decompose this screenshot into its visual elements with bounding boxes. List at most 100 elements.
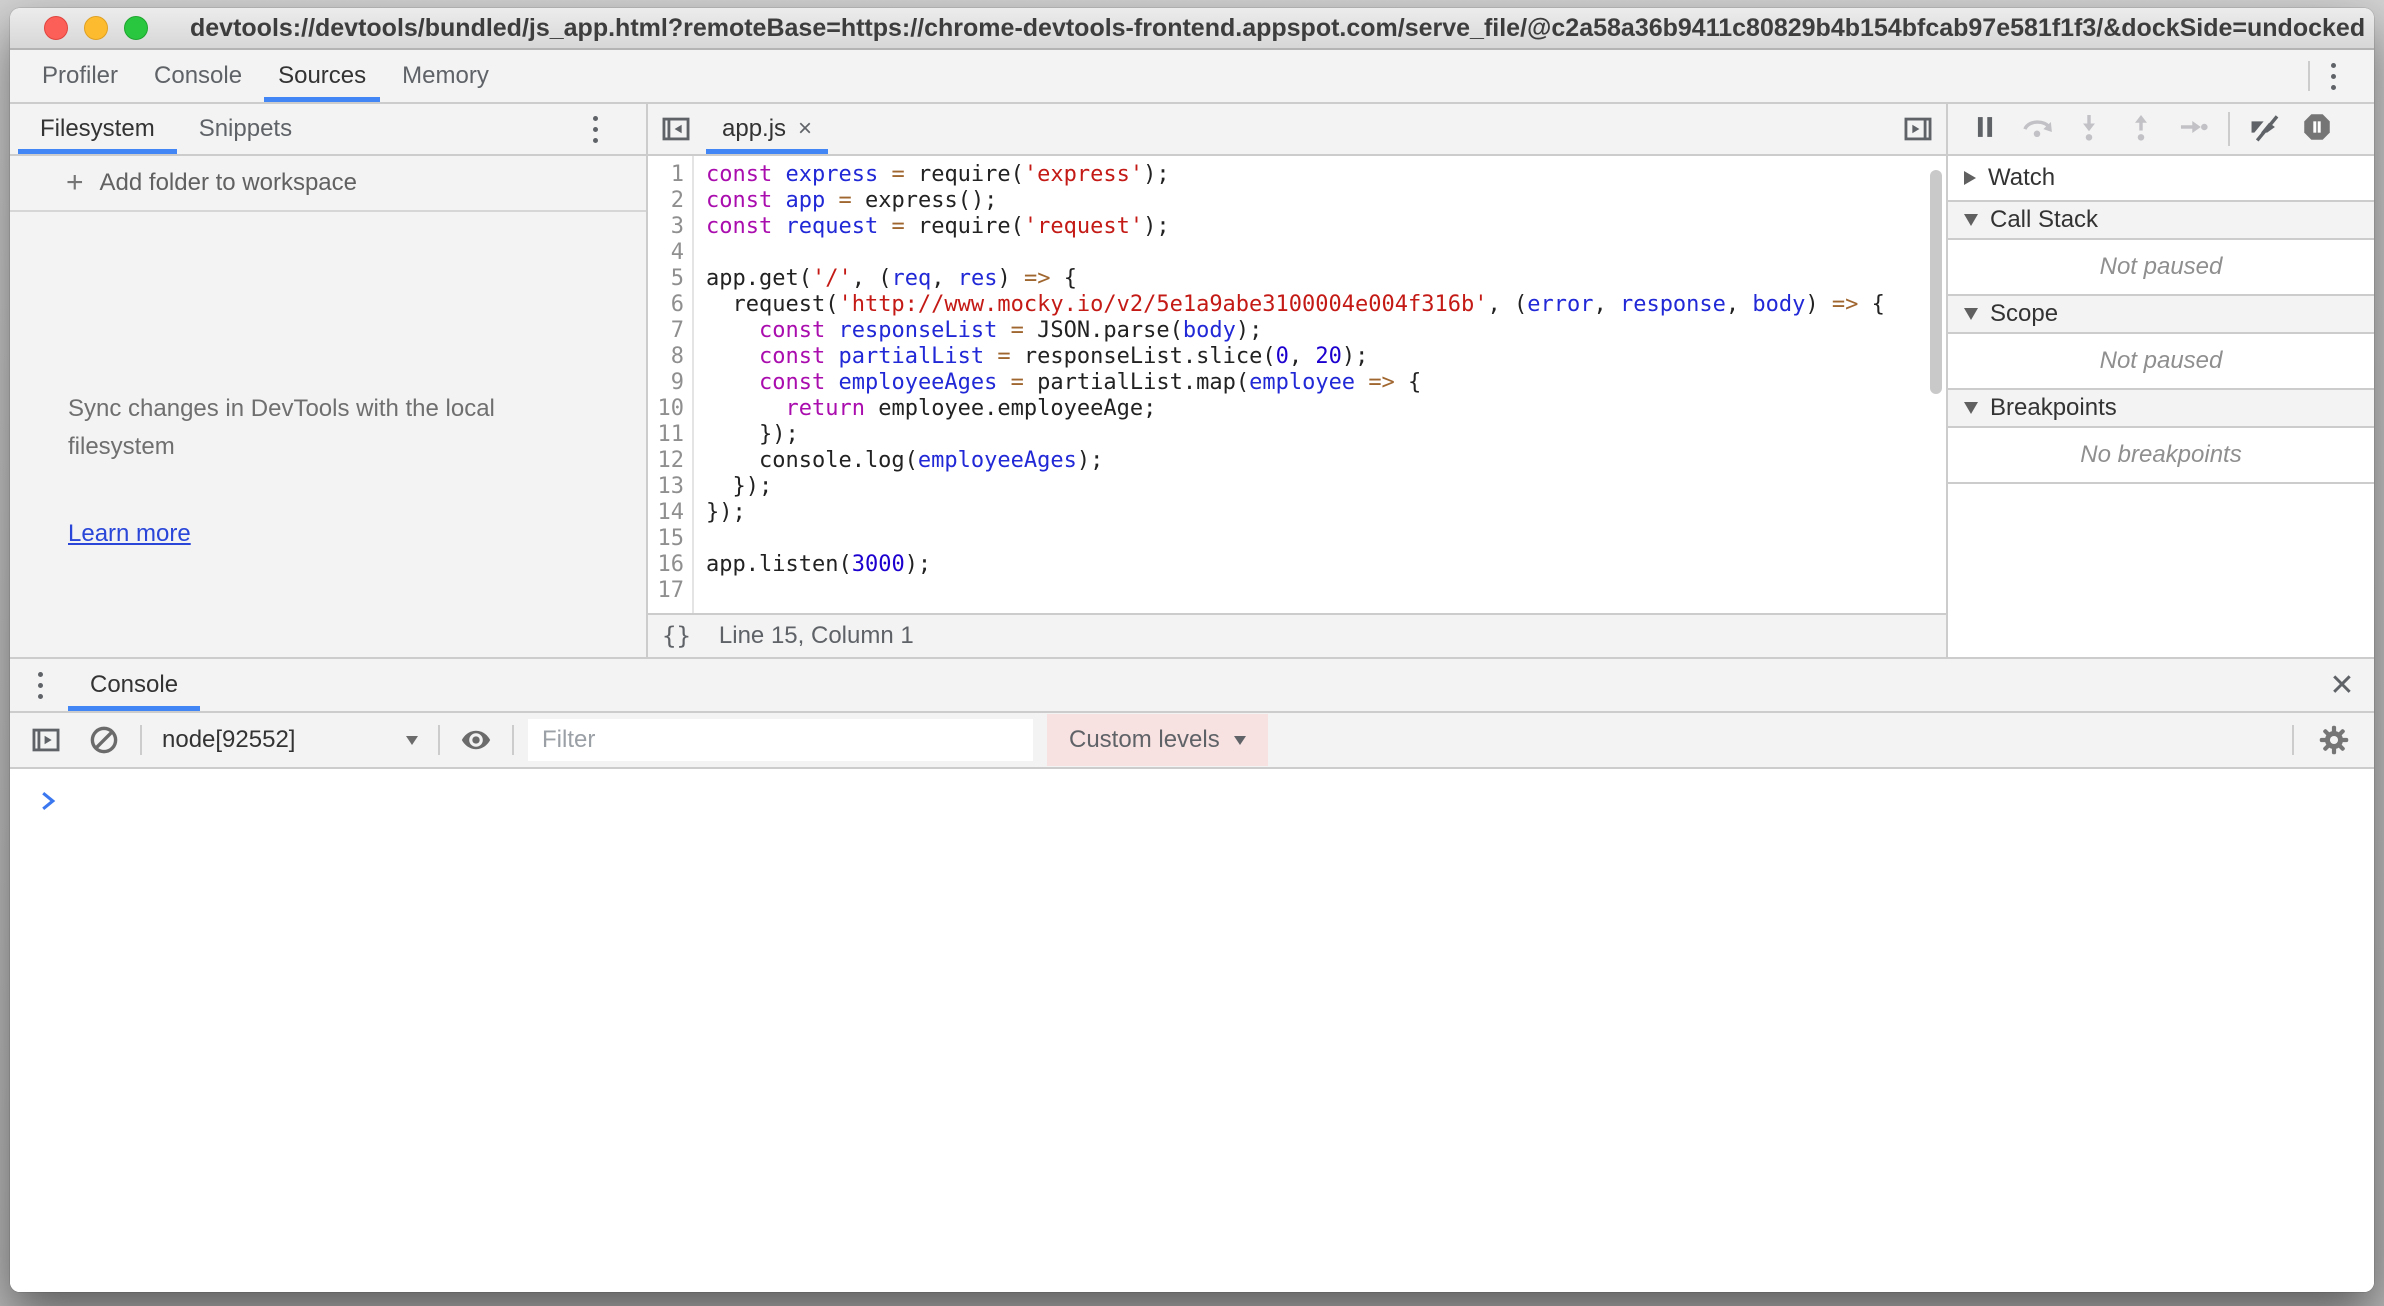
clear-console-icon[interactable]	[82, 723, 126, 757]
code-token: request	[785, 214, 878, 239]
code-token: 3000	[852, 552, 905, 577]
pretty-print-icon[interactable]: {}	[662, 622, 691, 650]
line-number: 9	[648, 370, 692, 396]
learn-more-link[interactable]: Learn more	[68, 520, 191, 548]
console-prompt[interactable]	[10, 769, 2374, 818]
section-header-call-stack[interactable]: Call Stack	[1948, 202, 2374, 240]
close-tab-icon[interactable]: ×	[798, 115, 812, 143]
code-line[interactable]: const responseList = JSON.parse(body);	[706, 318, 1946, 344]
show-console-sidebar-icon[interactable]	[24, 723, 68, 757]
sidebar-tab-filesystem[interactable]: Filesystem	[18, 104, 177, 154]
toggle-navigator-icon[interactable]	[648, 104, 704, 154]
code-line[interactable]	[706, 240, 1946, 266]
section-header-breakpoints[interactable]: Breakpoints	[1948, 390, 2374, 428]
console-menu-kebab-icon[interactable]	[30, 659, 50, 711]
code-token: request(	[706, 292, 838, 317]
section-header-scope[interactable]: Scope	[1948, 296, 2374, 334]
code-line[interactable]: app.listen(3000);	[706, 552, 1946, 578]
tab-memory[interactable]: Memory	[384, 50, 507, 102]
step-icon[interactable]	[2176, 110, 2210, 149]
console-settings-gear-icon[interactable]	[2308, 722, 2360, 758]
close-window-button[interactable]	[44, 16, 68, 40]
sidebar-tab-snippets[interactable]: Snippets	[177, 104, 314, 154]
code-token: });	[706, 422, 799, 447]
code-token: ,	[1593, 292, 1620, 317]
code-token: =	[997, 344, 1010, 369]
code-content[interactable]: const express = require('express');const…	[694, 156, 1946, 613]
deactivate-breakpoints-icon[interactable]	[2248, 110, 2282, 149]
code-line[interactable]	[706, 578, 1946, 604]
code-line[interactable]: });	[706, 500, 1946, 526]
chevron-down-icon	[1234, 736, 1246, 745]
add-folder-button[interactable]: + Add folder to workspace	[10, 156, 646, 212]
code-token	[772, 162, 785, 187]
code-line[interactable]: return employee.employeeAge;	[706, 396, 1946, 422]
tab-profiler[interactable]: Profiler	[24, 50, 136, 102]
code-line[interactable]: const request = require('request');	[706, 214, 1946, 240]
devtools-menu-kebab-icon[interactable]	[2310, 50, 2356, 102]
zoom-window-button[interactable]	[124, 16, 148, 40]
main-tab-spacer	[507, 50, 2308, 102]
code-line[interactable]: request('http://www.mocky.io/v2/5e1a9abe…	[706, 292, 1946, 318]
code-token: });	[706, 474, 772, 499]
tab-sources[interactable]: Sources	[260, 50, 384, 102]
code-line[interactable]: const express = require('express');	[706, 162, 1946, 188]
pause-on-exceptions-icon[interactable]	[2300, 110, 2334, 149]
code-line[interactable]: app.get('/', (req, res) => {	[706, 266, 1946, 292]
line-number: 2	[648, 188, 692, 214]
context-label: node[92552]	[162, 726, 295, 754]
plus-icon: +	[66, 166, 84, 200]
code-token: )	[997, 266, 1024, 291]
code-token: app.listen(	[706, 552, 852, 577]
code-token: );	[1077, 448, 1104, 473]
editor-scrollbar[interactable]	[1930, 170, 1942, 394]
code-line[interactable]: });	[706, 422, 1946, 448]
editor-pane: app.js × 1234567891011121314151617 const…	[648, 104, 1946, 657]
code-line[interactable]: const employeeAges = partialList.map(emp…	[706, 370, 1946, 396]
pause-icon[interactable]	[1968, 110, 2002, 149]
code-line[interactable]: const app = express();	[706, 188, 1946, 214]
tab-console[interactable]: Console	[68, 659, 200, 711]
live-expression-eye-icon[interactable]	[454, 723, 498, 757]
code-line[interactable]	[706, 526, 1946, 552]
code-token	[772, 214, 785, 239]
console-messages-area[interactable]	[10, 818, 2374, 1292]
section-label: Scope	[1990, 300, 2058, 328]
filter-input[interactable]	[528, 719, 1033, 761]
editor-tab-appjs[interactable]: app.js ×	[704, 104, 830, 154]
title-bar: devtools://devtools/bundled/js_app.html?…	[10, 8, 2374, 50]
code-token	[706, 318, 759, 343]
tab-label: Memory	[402, 62, 489, 90]
close-drawer-icon[interactable]: ✕	[2310, 659, 2374, 711]
code-line[interactable]: console.log(employeeAges);	[706, 448, 1946, 474]
execution-context-selector[interactable]: node[92552]	[156, 726, 424, 754]
toggle-debugger-sidebar-icon[interactable]	[1890, 104, 1946, 154]
code-token: JSON.parse(	[1024, 318, 1183, 343]
code-token	[997, 318, 1010, 343]
step-into-icon[interactable]	[2072, 110, 2106, 149]
code-line[interactable]: const partialList = responseList.slice(0…	[706, 344, 1946, 370]
minimize-window-button[interactable]	[84, 16, 108, 40]
code-token: const	[706, 214, 772, 239]
section-header-watch[interactable]: Watch	[1948, 156, 2374, 202]
window-title: devtools://devtools/bundled/js_app.html?…	[10, 14, 2374, 43]
custom-levels-dropdown[interactable]: Custom levels	[1047, 714, 1268, 766]
step-out-icon[interactable]	[2124, 110, 2158, 149]
code-editor[interactable]: 1234567891011121314151617 const express …	[648, 156, 1946, 613]
debugger-toolbar-separator	[2228, 112, 2230, 146]
prompt-chevron-icon	[36, 789, 60, 813]
code-token: {	[1858, 292, 1885, 317]
code-token: require(	[905, 214, 1024, 239]
code-token: response	[1620, 292, 1726, 317]
code-token: 20	[1315, 344, 1342, 369]
code-token: =	[891, 214, 904, 239]
chevron-down-icon	[406, 736, 418, 745]
step-over-icon[interactable]	[2020, 110, 2054, 149]
code-line[interactable]: });	[706, 474, 1946, 500]
chevron-down-icon	[1964, 402, 1978, 414]
code-token: , (	[1487, 292, 1527, 317]
navigator-menu-kebab-icon[interactable]	[572, 104, 618, 154]
code-token	[825, 344, 838, 369]
code-token: app.get(	[706, 266, 812, 291]
tab-console[interactable]: Console	[136, 50, 260, 102]
